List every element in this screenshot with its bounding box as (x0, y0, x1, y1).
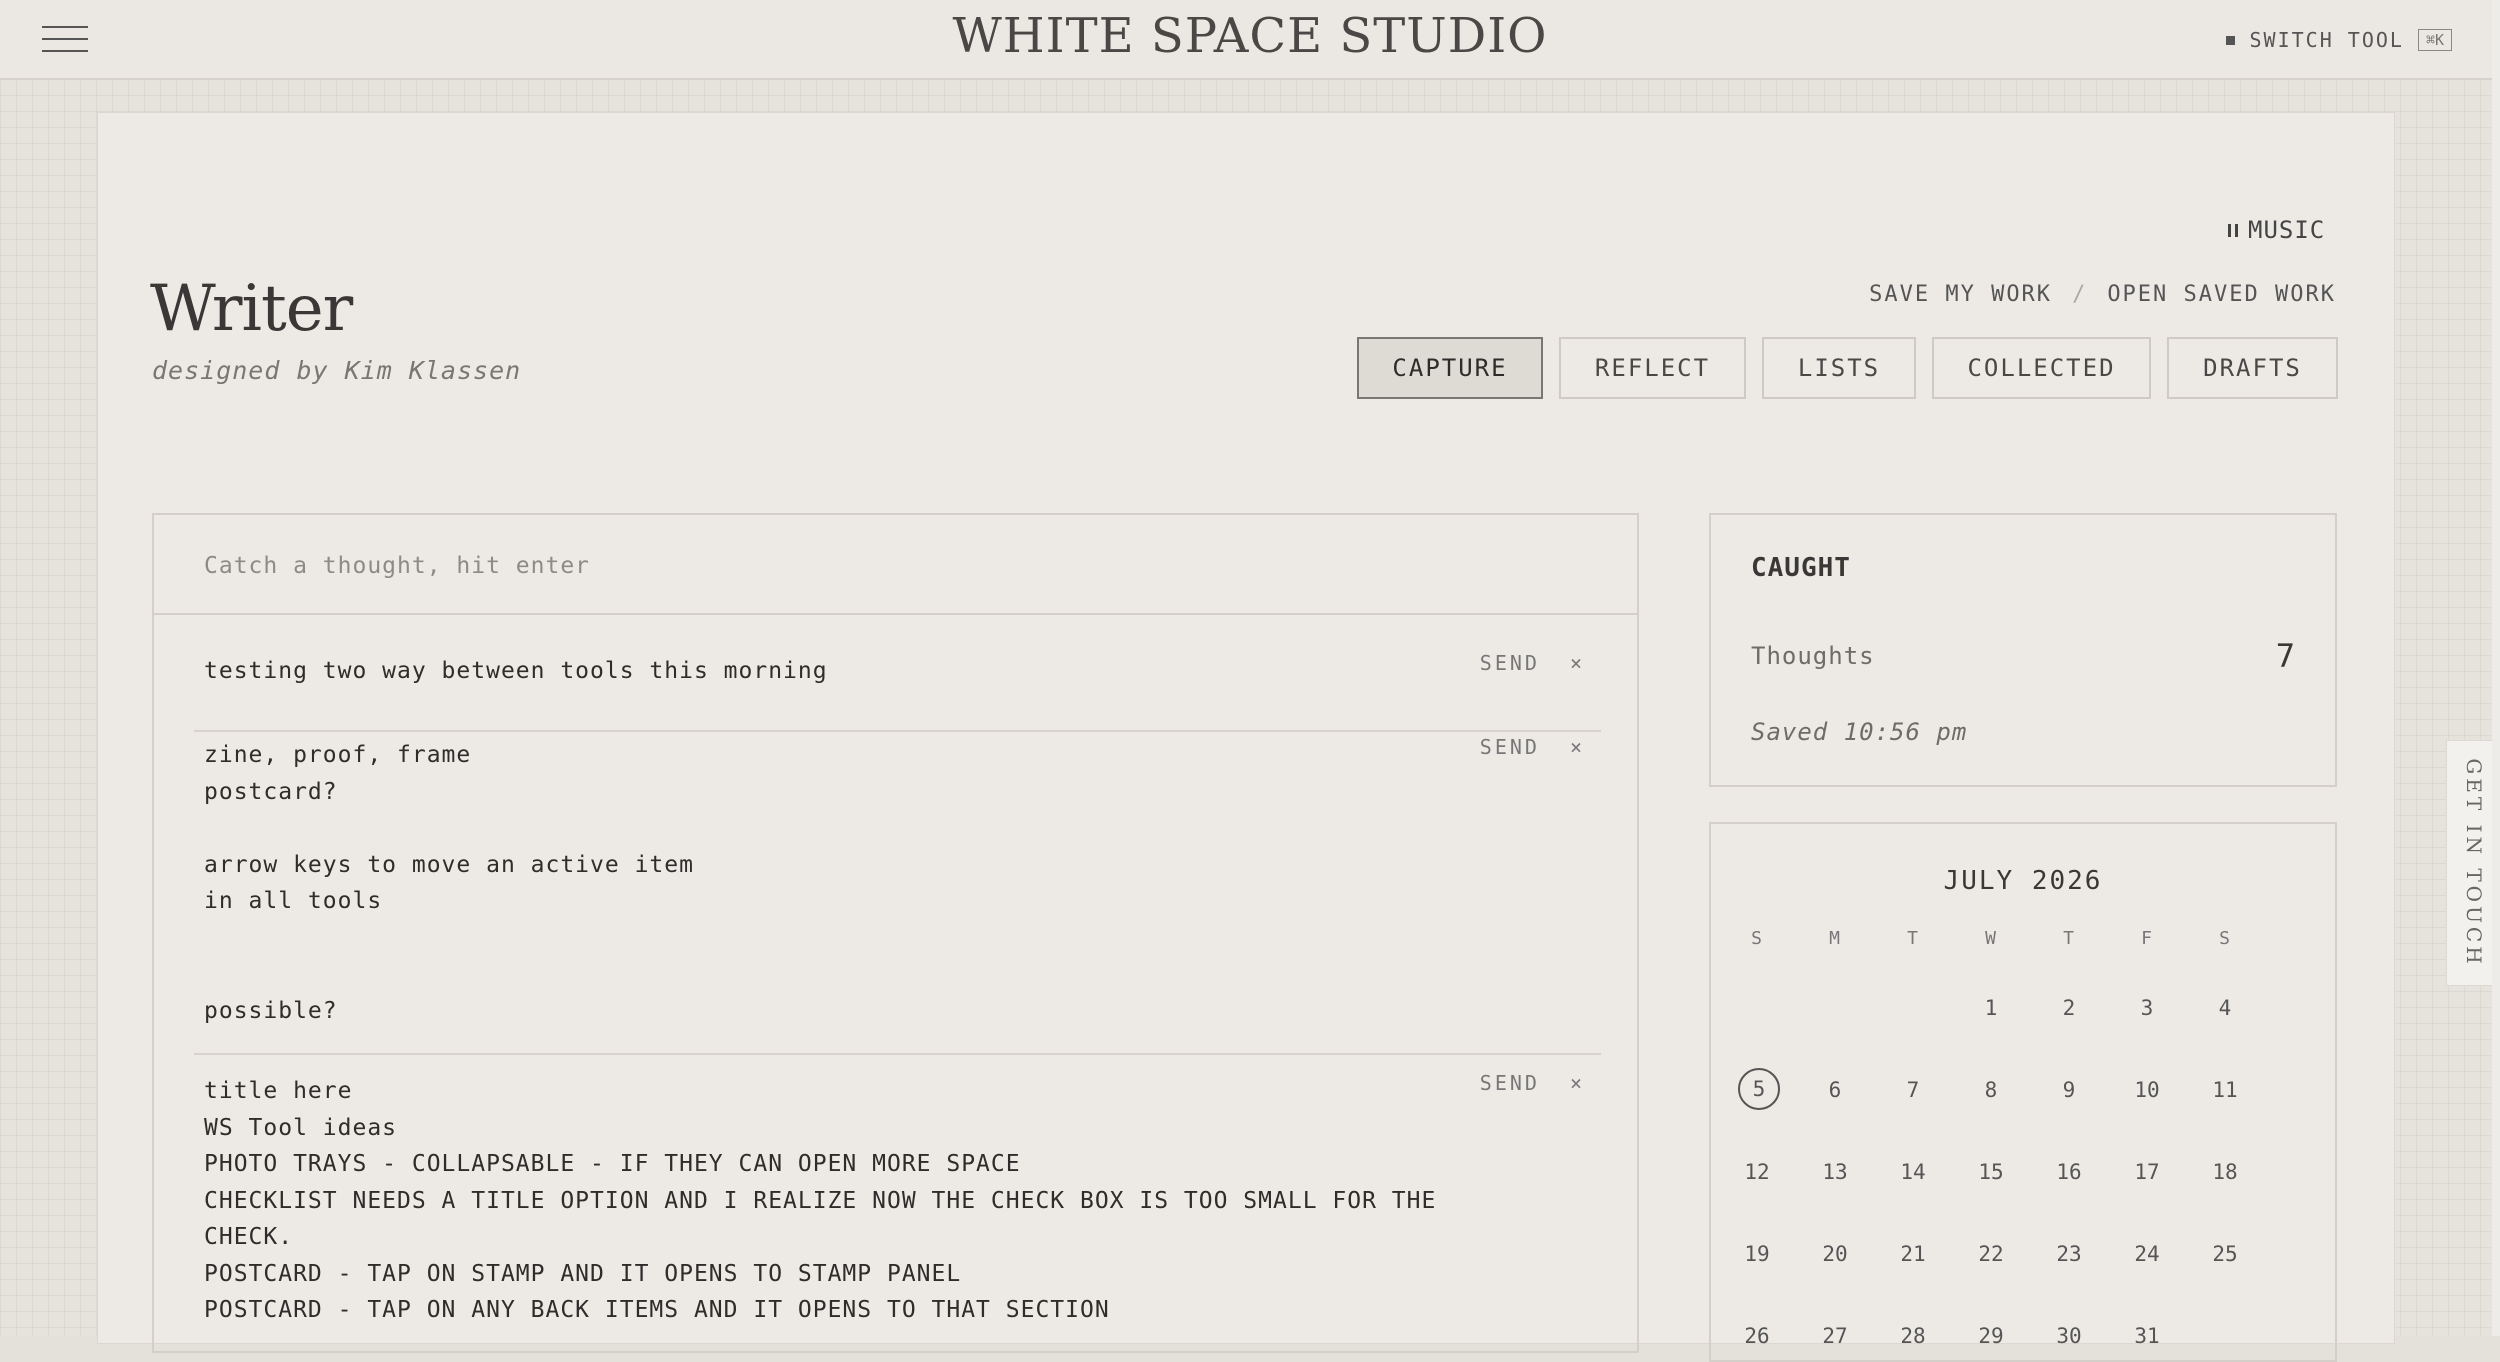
calendar-day[interactable]: 25 (2195, 1242, 2255, 1266)
weekday-label: T (2063, 928, 2075, 949)
save-links: SAVE MY WORK / OPEN SAVED WORK (1869, 282, 2336, 307)
pause-icon (2228, 223, 2238, 237)
send-button[interactable]: SEND (1480, 651, 1540, 675)
weekday-label: T (1907, 928, 1919, 949)
send-button[interactable]: SEND (1480, 1071, 1540, 1095)
calendar-day[interactable]: 15 (1961, 1160, 2021, 1184)
switch-tool-label: SWITCH TOOL (2249, 28, 2404, 52)
thought-item: zine, proof, frame postcard? arrow keys … (194, 735, 1601, 1055)
weekday-label: F (2141, 928, 2153, 949)
thought-actions: SEND × (1480, 651, 1585, 675)
page-title: Writer (150, 272, 353, 346)
calendar-day[interactable]: 29 (1961, 1324, 2021, 1348)
weekday-label: S (2219, 928, 2231, 949)
calendar-day[interactable]: 26 (1727, 1324, 1787, 1348)
calendar-day[interactable]: 23 (2039, 1242, 2099, 1266)
calendar-day[interactable]: 20 (1805, 1242, 1865, 1266)
capture-panel: testing two way between tools this morni… (152, 513, 1639, 1353)
thought-actions: SEND × (1480, 1071, 1585, 1095)
square-icon (2226, 35, 2236, 45)
calendar-day[interactable]: 4 (2195, 996, 2255, 1020)
thought-input[interactable] (202, 543, 1586, 589)
switch-tool-button[interactable]: SWITCH TOOL ⌘K (2226, 28, 2452, 52)
calendar-day[interactable]: 17 (2117, 1160, 2177, 1184)
tab-collected[interactable]: COLLECTED (1932, 337, 2151, 399)
calendar-day[interactable]: 7 (1883, 1078, 1943, 1102)
weekday-label: M (1829, 928, 1841, 949)
calendar-day[interactable]: 16 (2039, 1160, 2099, 1184)
thoughts-count: 7 (2275, 637, 2295, 675)
calendar-day[interactable]: 1 (1961, 996, 2021, 1020)
separator: / (2072, 282, 2088, 307)
get-in-touch-label: GET IN TOUCH (2462, 758, 2486, 968)
thought-item: testing two way between tools this morni… (194, 651, 1601, 732)
calendar-day[interactable]: 6 (1805, 1078, 1865, 1102)
calendar-day[interactable]: 2 (2039, 996, 2099, 1020)
thought-actions: SEND × (1480, 735, 1585, 759)
remove-icon[interactable]: × (1570, 735, 1585, 759)
send-button[interactable]: SEND (1480, 735, 1540, 759)
remove-icon[interactable]: × (1570, 651, 1585, 675)
calendar-day[interactable]: 28 (1883, 1324, 1943, 1348)
calendar-day[interactable]: 30 (2039, 1324, 2099, 1348)
calendar-day[interactable]: 21 (1883, 1242, 1943, 1266)
tab-lists[interactable]: LISTS (1762, 337, 1916, 399)
thought-text[interactable]: testing two way between tools this morni… (204, 653, 828, 690)
brand-logo[interactable]: WHITE SPACE STUDIO (0, 8, 2500, 64)
music-toggle[interactable]: MUSIC (2228, 216, 2325, 244)
saved-status: Saved 10:56 pm (1751, 718, 1968, 746)
calendar-day[interactable]: 31 (2117, 1324, 2177, 1348)
mode-tabs: CAPTURE REFLECT LISTS COLLECTED DRAFTS (1357, 337, 2338, 399)
shortcut-badge: ⌘K (2417, 29, 2452, 51)
calendar-day[interactable]: 9 (2039, 1078, 2099, 1102)
calendar-today[interactable]: 5 (1738, 1068, 1780, 1110)
calendar-day[interactable]: 14 (1883, 1160, 1943, 1184)
calendar-day[interactable]: 22 (1961, 1242, 2021, 1266)
calendar-day[interactable]: 27 (1805, 1324, 1865, 1348)
music-label: MUSIC (2248, 216, 2326, 244)
caught-summary: CAUGHT Thoughts 7 Saved 10:56 pm (1709, 513, 2337, 787)
calendar-day[interactable]: 8 (1961, 1078, 2021, 1102)
tab-drafts[interactable]: DRAFTS (2167, 337, 2338, 399)
thought-text[interactable]: title here WS Tool ideas PHOTO TRAYS - C… (204, 1073, 1436, 1329)
byline: designed by Kim Klassen (152, 356, 522, 385)
calendar: JULY 2026 S M T W T F S 1 2 3 4 5 6 7 8 9 10 11 12 13 14 15 16… (1709, 822, 2337, 1362)
thought-text[interactable]: zine, proof, frame postcard? arrow keys … (204, 737, 694, 1029)
calendar-day[interactable]: 24 (2117, 1242, 2177, 1266)
calendar-day[interactable]: 11 (2195, 1078, 2255, 1102)
calendar-day[interactable]: 12 (1727, 1160, 1787, 1184)
top-bar: WHITE SPACE STUDIO SWITCH TOOL ⌘K (0, 0, 2500, 80)
weekday-label: W (1985, 928, 1997, 949)
thought-item: title here WS Tool ideas PHOTO TRAYS - C… (194, 1071, 1601, 1353)
calendar-day[interactable]: 13 (1805, 1160, 1865, 1184)
calendar-day[interactable]: 18 (2195, 1160, 2255, 1184)
caught-heading: CAUGHT (1751, 553, 1851, 583)
thought-input-row (154, 515, 1637, 615)
thoughts-label: Thoughts (1751, 642, 1875, 670)
scrollbar[interactable] (2492, 0, 2500, 1336)
calendar-day[interactable]: 19 (1727, 1242, 1787, 1266)
tab-reflect[interactable]: REFLECT (1559, 337, 1746, 399)
remove-icon[interactable]: × (1570, 1071, 1585, 1095)
open-saved-work-link[interactable]: OPEN SAVED WORK (2107, 282, 2336, 307)
save-my-work-link[interactable]: SAVE MY WORK (1869, 282, 2052, 307)
calendar-day[interactable]: 3 (2117, 996, 2177, 1020)
weekday-label: S (1751, 928, 1763, 949)
tab-capture[interactable]: CAPTURE (1357, 337, 1543, 399)
calendar-month: JULY 2026 (1943, 866, 2103, 896)
calendar-day[interactable]: 10 (2117, 1078, 2177, 1102)
